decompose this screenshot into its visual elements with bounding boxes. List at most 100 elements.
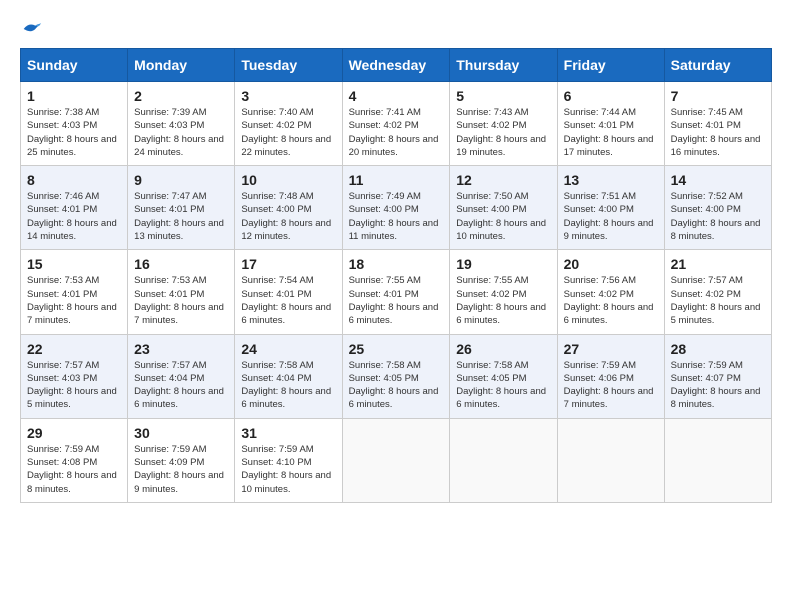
day-info: Sunrise: 7:54 AM Sunset: 4:01 PM Dayligh… — [241, 274, 335, 327]
calendar-cell: 14 Sunrise: 7:52 AM Sunset: 4:00 PM Dayli… — [664, 166, 771, 250]
day-number: 13 — [564, 172, 658, 188]
calendar-week-row: 1Sunrise: 7:38 AM Sunset: 4:03 PM Daylig… — [21, 82, 772, 166]
calendar-cell: 15 Sunrise: 7:53 AM Sunset: 4:01 PM Dayli… — [21, 250, 128, 334]
weekday-header-row: SundayMondayTuesdayWednesdayThursdayFrid… — [21, 49, 772, 82]
day-info: Sunrise: 7:56 AM Sunset: 4:02 PM Dayligh… — [564, 274, 658, 327]
logo-bird-icon — [22, 20, 42, 38]
weekday-header-sunday: Sunday — [21, 49, 128, 82]
day-info: Sunrise: 7:58 AM Sunset: 4:04 PM Dayligh… — [241, 359, 335, 412]
calendar-cell: 30Sunrise: 7:59 AM Sunset: 4:09 PM Dayli… — [128, 418, 235, 502]
calendar-cell: 17 Sunrise: 7:54 AM Sunset: 4:01 PM Dayli… — [235, 250, 342, 334]
calendar-cell: 22 Sunrise: 7:57 AM Sunset: 4:03 PM Dayli… — [21, 334, 128, 418]
day-number: 16 — [134, 256, 228, 272]
day-info: Sunrise: 7:50 AM Sunset: 4:00 PM Dayligh… — [456, 190, 550, 243]
calendar-cell: 19 Sunrise: 7:55 AM Sunset: 4:02 PM Dayli… — [450, 250, 557, 334]
calendar-cell: 24 Sunrise: 7:58 AM Sunset: 4:04 PM Dayli… — [235, 334, 342, 418]
day-number: 21 — [671, 256, 765, 272]
calendar-cell: 6Sunrise: 7:44 AM Sunset: 4:01 PM Daylig… — [557, 82, 664, 166]
calendar-cell: 7 Sunrise: 7:45 AM Sunset: 4:01 PM Daylig… — [664, 82, 771, 166]
day-info: Sunrise: 7:43 AM Sunset: 4:02 PM Dayligh… — [456, 106, 550, 159]
day-number: 28 — [671, 341, 765, 357]
day-info: Sunrise: 7:57 AM Sunset: 4:02 PM Dayligh… — [671, 274, 765, 327]
calendar-cell: 26Sunrise: 7:58 AM Sunset: 4:05 PM Dayli… — [450, 334, 557, 418]
day-info: Sunrise: 7:59 AM Sunset: 4:08 PM Dayligh… — [27, 443, 121, 496]
day-number: 31 — [241, 425, 335, 441]
day-number: 12 — [456, 172, 550, 188]
day-info: Sunrise: 7:38 AM Sunset: 4:03 PM Dayligh… — [27, 106, 121, 159]
calendar-cell: 10 Sunrise: 7:48 AM Sunset: 4:00 PM Dayli… — [235, 166, 342, 250]
calendar-cell: 20 Sunrise: 7:56 AM Sunset: 4:02 PM Dayli… — [557, 250, 664, 334]
calendar-cell: 23Sunrise: 7:57 AM Sunset: 4:04 PM Dayli… — [128, 334, 235, 418]
day-number: 17 — [241, 256, 335, 272]
day-number: 22 — [27, 341, 121, 357]
calendar-week-row: 29 Sunrise: 7:59 AM Sunset: 4:08 PM Dayli… — [21, 418, 772, 502]
day-info: Sunrise: 7:53 AM Sunset: 4:01 PM Dayligh… — [134, 274, 228, 327]
calendar-cell: 31 Sunrise: 7:59 AM Sunset: 4:10 PM Dayli… — [235, 418, 342, 502]
day-number: 27 — [564, 341, 658, 357]
calendar-cell: 11 Sunrise: 7:49 AM Sunset: 4:00 PM Dayli… — [342, 166, 450, 250]
day-number: 9 — [134, 172, 228, 188]
calendar-cell: 5 Sunrise: 7:43 AM Sunset: 4:02 PM Daylig… — [450, 82, 557, 166]
day-number: 6 — [564, 88, 658, 104]
day-info: Sunrise: 7:39 AM Sunset: 4:03 PM Dayligh… — [134, 106, 228, 159]
day-number: 7 — [671, 88, 765, 104]
calendar-cell: 8Sunrise: 7:46 AM Sunset: 4:01 PM Daylig… — [21, 166, 128, 250]
calendar-table: SundayMondayTuesdayWednesdayThursdayFrid… — [20, 48, 772, 503]
day-info: Sunrise: 7:58 AM Sunset: 4:05 PM Dayligh… — [349, 359, 444, 412]
weekday-header-thursday: Thursday — [450, 49, 557, 82]
day-number: 25 — [349, 341, 444, 357]
day-info: Sunrise: 7:59 AM Sunset: 4:09 PM Dayligh… — [134, 443, 228, 496]
page-header — [20, 20, 772, 38]
day-number: 5 — [456, 88, 550, 104]
day-number: 29 — [27, 425, 121, 441]
calendar-cell — [664, 418, 771, 502]
day-number: 24 — [241, 341, 335, 357]
weekday-header-tuesday: Tuesday — [235, 49, 342, 82]
day-number: 3 — [241, 88, 335, 104]
calendar-cell: 13 Sunrise: 7:51 AM Sunset: 4:00 PM Dayli… — [557, 166, 664, 250]
calendar-week-row: 8Sunrise: 7:46 AM Sunset: 4:01 PM Daylig… — [21, 166, 772, 250]
day-info: Sunrise: 7:59 AM Sunset: 4:07 PM Dayligh… — [671, 359, 765, 412]
calendar-week-row: 22 Sunrise: 7:57 AM Sunset: 4:03 PM Dayli… — [21, 334, 772, 418]
weekday-header-friday: Friday — [557, 49, 664, 82]
calendar-cell: 12 Sunrise: 7:50 AM Sunset: 4:00 PM Dayli… — [450, 166, 557, 250]
day-info: Sunrise: 7:55 AM Sunset: 4:01 PM Dayligh… — [349, 274, 444, 327]
calendar-cell: 3 Sunrise: 7:40 AM Sunset: 4:02 PM Daylig… — [235, 82, 342, 166]
day-info: Sunrise: 7:55 AM Sunset: 4:02 PM Dayligh… — [456, 274, 550, 327]
day-info: Sunrise: 7:40 AM Sunset: 4:02 PM Dayligh… — [241, 106, 335, 159]
day-info: Sunrise: 7:59 AM Sunset: 4:06 PM Dayligh… — [564, 359, 658, 412]
day-info: Sunrise: 7:53 AM Sunset: 4:01 PM Dayligh… — [27, 274, 121, 327]
day-info: Sunrise: 7:46 AM Sunset: 4:01 PM Dayligh… — [27, 190, 121, 243]
weekday-header-monday: Monday — [128, 49, 235, 82]
day-info: Sunrise: 7:57 AM Sunset: 4:03 PM Dayligh… — [27, 359, 121, 412]
day-number: 20 — [564, 256, 658, 272]
day-info: Sunrise: 7:57 AM Sunset: 4:04 PM Dayligh… — [134, 359, 228, 412]
calendar-cell — [557, 418, 664, 502]
day-info: Sunrise: 7:59 AM Sunset: 4:10 PM Dayligh… — [241, 443, 335, 496]
calendar-week-row: 15 Sunrise: 7:53 AM Sunset: 4:01 PM Dayli… — [21, 250, 772, 334]
day-info: Sunrise: 7:51 AM Sunset: 4:00 PM Dayligh… — [564, 190, 658, 243]
day-number: 15 — [27, 256, 121, 272]
day-number: 14 — [671, 172, 765, 188]
calendar-cell: 2 Sunrise: 7:39 AM Sunset: 4:03 PM Daylig… — [128, 82, 235, 166]
day-number: 26 — [456, 341, 550, 357]
day-number: 2 — [134, 88, 228, 104]
day-number: 11 — [349, 172, 444, 188]
calendar-cell: 9Sunrise: 7:47 AM Sunset: 4:01 PM Daylig… — [128, 166, 235, 250]
day-number: 10 — [241, 172, 335, 188]
day-info: Sunrise: 7:49 AM Sunset: 4:00 PM Dayligh… — [349, 190, 444, 243]
day-info: Sunrise: 7:52 AM Sunset: 4:00 PM Dayligh… — [671, 190, 765, 243]
logo — [20, 20, 42, 38]
calendar-cell: 28 Sunrise: 7:59 AM Sunset: 4:07 PM Dayli… — [664, 334, 771, 418]
day-info: Sunrise: 7:48 AM Sunset: 4:00 PM Dayligh… — [241, 190, 335, 243]
day-number: 18 — [349, 256, 444, 272]
calendar-cell: 16 Sunrise: 7:53 AM Sunset: 4:01 PM Dayli… — [128, 250, 235, 334]
day-number: 19 — [456, 256, 550, 272]
calendar-cell: 18 Sunrise: 7:55 AM Sunset: 4:01 PM Dayli… — [342, 250, 450, 334]
calendar-cell — [342, 418, 450, 502]
day-info: Sunrise: 7:45 AM Sunset: 4:01 PM Dayligh… — [671, 106, 765, 159]
calendar-cell: 1Sunrise: 7:38 AM Sunset: 4:03 PM Daylig… — [21, 82, 128, 166]
day-info: Sunrise: 7:41 AM Sunset: 4:02 PM Dayligh… — [349, 106, 444, 159]
calendar-cell: 4Sunrise: 7:41 AM Sunset: 4:02 PM Daylig… — [342, 82, 450, 166]
calendar-cell: 21 Sunrise: 7:57 AM Sunset: 4:02 PM Dayli… — [664, 250, 771, 334]
